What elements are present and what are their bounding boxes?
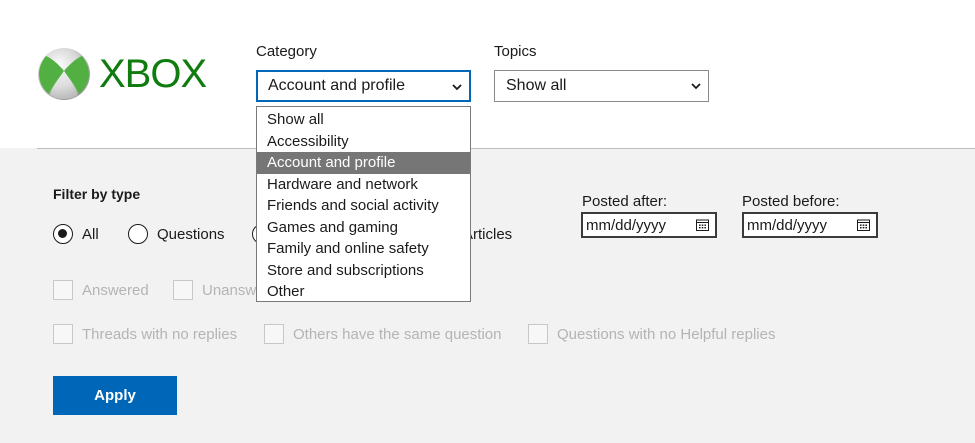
radio-questions-label: Questions — [157, 225, 225, 243]
posted-after-placeholder: mm/dd/yyyy — [586, 217, 667, 234]
category-option-family-and-online-safety[interactable]: Family and online safety — [257, 238, 470, 260]
posted-before-placeholder: mm/dd/yyyy — [747, 217, 828, 234]
checkbox-no-replies-box[interactable] — [53, 324, 73, 344]
category-label: Category — [256, 43, 317, 60]
chevron-down-icon — [452, 84, 462, 91]
checkbox-same-question-box[interactable] — [264, 324, 284, 344]
checkbox-answered-label: Answered — [82, 281, 149, 299]
checkbox-same-question[interactable]: Others have the same question — [264, 324, 501, 344]
category-option-friends-and-social-activity[interactable]: Friends and social activity — [257, 195, 470, 217]
radio-all-label: All — [82, 225, 99, 243]
category-select[interactable]: Account and profile — [256, 70, 471, 102]
checkbox-unanswered-label: Unansw — [202, 281, 257, 299]
checkbox-no-helpful-box[interactable] — [528, 324, 548, 344]
radio-all[interactable]: All — [53, 224, 99, 244]
apply-button[interactable]: Apply — [53, 376, 177, 415]
checkbox-unanswered[interactable]: Unansw — [173, 280, 256, 300]
xbox-wordmark: XBOX — [99, 52, 207, 96]
topics-label: Topics — [494, 43, 537, 60]
checkbox-answered[interactable]: Answered — [53, 280, 149, 300]
radio-questions-control[interactable] — [128, 224, 148, 244]
xbox-logo[interactable]: XBOX — [37, 47, 207, 101]
topics-select[interactable]: Show all — [494, 70, 709, 102]
category-select-value: Account and profile — [268, 77, 405, 94]
checkbox-answered-box[interactable] — [53, 280, 73, 300]
radio-all-control[interactable] — [53, 224, 73, 244]
category-option-store-and-subscriptions[interactable]: Store and subscriptions — [257, 260, 470, 282]
calendar-icon[interactable] — [857, 219, 870, 231]
radio-questions[interactable]: Questions — [128, 224, 225, 244]
posted-before-label: Posted before: — [742, 193, 840, 210]
xbox-sphere-icon — [38, 48, 90, 100]
filter-by-type-heading: Filter by type — [53, 186, 141, 202]
posted-after-input[interactable]: mm/dd/yyyy — [581, 212, 717, 238]
category-option-account-and-profile[interactable]: Account and profile — [257, 152, 470, 174]
checkbox-no-helpful-label: Questions with no Helpful replies — [557, 325, 776, 343]
calendar-icon[interactable] — [696, 219, 709, 231]
category-option-games-and-gaming[interactable]: Games and gaming — [257, 217, 470, 239]
chevron-down-icon — [691, 83, 701, 90]
category-option-hardware-and-network[interactable]: Hardware and network — [257, 174, 470, 196]
checkbox-no-replies[interactable]: Threads with no replies — [53, 324, 237, 344]
category-option-accessibility[interactable]: Accessibility — [257, 131, 470, 153]
checkbox-same-question-label: Others have the same question — [293, 325, 502, 343]
header: XBOX Category Account and profile Topics… — [0, 0, 975, 148]
posted-after-label: Posted after: — [582, 193, 668, 210]
checkbox-no-helpful[interactable]: Questions with no Helpful replies — [528, 324, 775, 344]
posted-before-input[interactable]: mm/dd/yyyy — [742, 212, 878, 238]
category-option-show-all[interactable]: Show all — [257, 109, 470, 131]
divider — [37, 148, 975, 149]
category-option-other[interactable]: Other — [257, 281, 470, 303]
topics-select-value: Show all — [506, 77, 567, 94]
category-dropdown-list[interactable]: Show all Accessibility Account and profi… — [256, 106, 471, 302]
checkbox-no-replies-label: Threads with no replies — [82, 325, 238, 343]
checkbox-unanswered-box[interactable] — [173, 280, 193, 300]
